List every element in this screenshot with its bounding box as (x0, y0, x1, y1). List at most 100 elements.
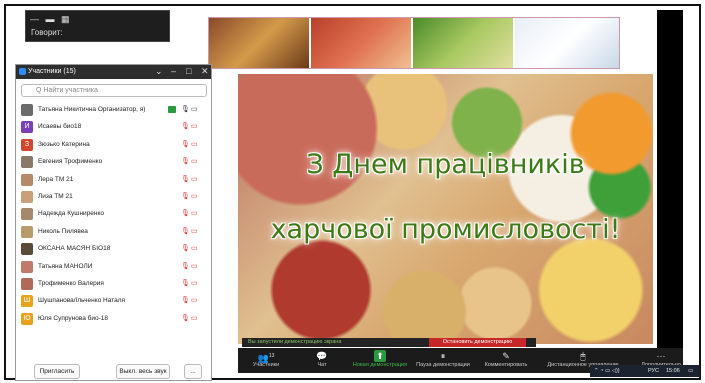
food-image-4 (515, 18, 619, 68)
notifications-icon[interactable]: ▭ (688, 368, 693, 374)
avatar (21, 191, 33, 203)
new-share-button[interactable]: ⬆ Новая демонстрация (350, 350, 410, 368)
mic-muted-icon[interactable]: 🎙 (181, 192, 190, 200)
speaker-indicator[interactable]: — ▬ ▦ Говорит: (25, 10, 170, 42)
camera-off-icon[interactable]: ▭ (191, 157, 198, 165)
participant-name: Зюзько Катерина (38, 140, 90, 148)
pause-icon: ⏸ (440, 351, 446, 361)
avatar (21, 104, 33, 116)
tray-icons[interactable]: ⌃ ◔ ▭ ◁)) (594, 368, 620, 374)
maximize-icon[interactable]: □ (186, 66, 191, 76)
share-up-icon: ⬆ (374, 350, 386, 362)
camera-off-icon[interactable]: ▭ (191, 105, 198, 113)
camera-off-icon[interactable]: ▭ (191, 140, 198, 148)
pause-share-button[interactable]: ⏸ Пауза демонстрации (412, 350, 474, 368)
camera-off-icon[interactable]: ▭ (191, 279, 198, 287)
participant-name: Николь Пилявеа (38, 227, 88, 235)
participants-count: 13 (268, 353, 275, 359)
avatar (21, 156, 33, 169)
participants-label: Участники (252, 362, 280, 368)
avatar (21, 208, 33, 221)
poster-title-line-2: харчової промисловості! (270, 214, 621, 245)
mic-icon[interactable]: 🎙 (181, 105, 190, 113)
avatar (21, 278, 33, 290)
clock[interactable]: 15:06 (666, 368, 680, 374)
mic-muted-icon[interactable]: 🎙 (181, 279, 190, 287)
camera-off-icon[interactable]: ▭ (191, 244, 198, 252)
participant-row[interactable]: Татьяна Никитична Организатор, я) 🎙 ▭ (21, 103, 207, 118)
participant-row[interactable]: Трофименко Валерия 🎙 ▭ (21, 277, 207, 292)
popout-icon[interactable]: ⌄ (155, 66, 163, 77)
close-icon[interactable]: ✕ (201, 66, 209, 77)
participant-row[interactable]: Надежда Кушниренко 🎙 ▭ (21, 207, 207, 222)
panel-footer: Пригласить Выкл. весь звук ... (16, 362, 211, 380)
avatar (21, 260, 33, 273)
participant-row[interactable]: Татьяна МАНОЛИ 🎙 ▭ (21, 260, 207, 275)
participant-search-input[interactable]: Q Найти участника (21, 84, 207, 97)
camera-off-icon[interactable]: ▭ (191, 209, 198, 217)
panel-titlebar: Участники (15) ⌄ – □ ✕ (16, 65, 211, 79)
minimize-icon[interactable]: – (171, 66, 176, 76)
chat-button[interactable]: 💬 Чат (294, 350, 350, 368)
participant-row[interactable]: Ю Юля Супрунова био-18 🎙 ▭ (21, 312, 207, 327)
keyboard-language[interactable]: РУС (648, 368, 659, 374)
poster-title-line-1: З Днем працівників (306, 149, 585, 180)
participant-row[interactable]: И Исаевы био18 🎙 ▭ (21, 120, 207, 135)
camera-off-icon[interactable]: ▭ (191, 314, 198, 322)
participant-row[interactable]: Николь Пилявеа 🎙 ▭ (21, 225, 207, 240)
camera-off-icon[interactable]: ▭ (191, 122, 198, 130)
participants-icon: 👥13 (257, 353, 275, 363)
chat-label: Чат (317, 362, 327, 368)
camera-off-icon[interactable]: ▭ (191, 296, 198, 304)
avatar: Ш (21, 295, 33, 308)
participants-panel: Участники (15) ⌄ – □ ✕ Q Найти участника… (15, 64, 212, 381)
avatar (21, 243, 33, 256)
avatar: И (21, 121, 33, 134)
camera-off-icon[interactable]: ▭ (191, 192, 198, 200)
holiday-poster: З Днем працівників харчової промисловост… (238, 74, 653, 344)
mic-muted-icon[interactable]: 🎙 (181, 262, 190, 270)
more-options-button[interactable]: ... (184, 364, 202, 379)
stop-share-button[interactable]: Остановить демонстрацию (429, 338, 526, 347)
panel-title: Участники (15) (28, 68, 76, 75)
food-image-1 (209, 18, 309, 68)
participant-row[interactable]: Ш Шушпанова/Ільченко Наталя 🎙 ▭ (21, 294, 207, 309)
avatar (21, 225, 33, 238)
avatar (21, 173, 33, 186)
view-controls-icon[interactable]: — ▬ ▦ (30, 14, 72, 25)
mic-muted-icon[interactable]: 🎙 (181, 296, 190, 304)
participant-row[interactable]: ОКСАНА МАСЯН БІО18 🎙 ▭ (21, 242, 207, 257)
mic-muted-icon[interactable]: 🎙 (181, 175, 190, 183)
mic-muted-icon[interactable]: 🎙 (181, 244, 190, 252)
participant-row[interactable]: Евгения Трофименко 🎙 ▭ (21, 155, 207, 170)
participant-row[interactable]: Лера ТМ 21 🎙 ▭ (21, 173, 207, 188)
camera-off-icon[interactable]: ▭ (191, 175, 198, 183)
mic-muted-icon[interactable]: 🎙 (181, 122, 190, 130)
share-status-text: Вы запустили демонстрацию экрана (248, 339, 342, 345)
participant-name: Шушпанова/Ільченко Наталя (38, 297, 126, 305)
participant-name: Юля Супрунова био-18 (38, 314, 109, 322)
chat-icon: 💬 (316, 351, 328, 361)
participant-name: Надежда Кушниренко (38, 210, 105, 218)
mic-muted-icon[interactable]: 🎙 (181, 227, 190, 235)
annotate-button[interactable]: ✎ Комментировать (476, 350, 536, 368)
camera-off-icon[interactable]: ▭ (191, 227, 198, 235)
speaking-label: Говорит: (31, 28, 63, 37)
mic-muted-icon[interactable]: 🎙 (181, 314, 190, 322)
invite-button[interactable]: Пригласить (34, 364, 80, 379)
participant-row[interactable]: З Зюзько Катерина 🎙 ▭ (21, 138, 207, 153)
mic-muted-icon[interactable]: 🎙 (181, 140, 190, 148)
mic-muted-icon[interactable]: 🎙 (181, 157, 190, 165)
participant-name: Лера ТМ 21 (38, 175, 74, 183)
search-placeholder: Q Найти участника (36, 87, 98, 94)
zoom-logo-icon (19, 68, 26, 75)
participant-row[interactable]: Лиза ТМ 21 🎙 ▭ (21, 190, 207, 205)
participants-button[interactable]: 👥13 Участники (238, 350, 294, 368)
screen-share-bar: Вы запустили демонстрацию экрана Останов… (242, 338, 536, 347)
participant-name: Трофименко Валерия (38, 280, 104, 287)
avatar: З (21, 138, 33, 151)
mute-all-button[interactable]: Выкл. весь звук (116, 364, 170, 379)
food-image-2 (311, 18, 411, 68)
camera-off-icon[interactable]: ▭ (191, 262, 198, 270)
mic-muted-icon[interactable]: 🎙 (181, 209, 190, 217)
